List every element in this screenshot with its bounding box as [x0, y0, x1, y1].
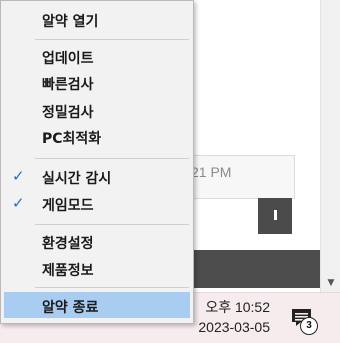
notification-count-badge: 3 [300, 317, 318, 335]
menu-item-settings[interactable]: 환경설정 [4, 230, 190, 252]
menu-item-label: 알약 열기 [42, 14, 99, 30]
menu-item-open[interactable]: 알약 열기 [4, 8, 190, 30]
menu-item-realtime-monitor[interactable]: ✓ 실시간 감시 [4, 165, 190, 187]
menu-item-pc-optimize[interactable]: PC최적화 [4, 125, 190, 147]
dark-panel [258, 198, 292, 234]
menu-item-label: 실시간 감시 [42, 171, 112, 187]
tray-context-menu: 알약 열기 업데이트 빠른검사 정밀검사 PC최적화 ✓ 실시간 감시 ✓ 게임… [0, 0, 194, 324]
action-center-icon[interactable]: 3 [289, 305, 319, 335]
taskbar-clock[interactable]: 오후 10:52 2023-03-05 [190, 293, 280, 343]
scrollbar[interactable]: ▼ [320, 0, 340, 292]
notification-time: 21 PM [191, 164, 232, 180]
menu-item-exit[interactable]: 알약 종료 [4, 292, 190, 318]
menu-item-product-info[interactable]: 제품정보 [4, 257, 190, 279]
menu-item-game-mode[interactable]: ✓ 게임모드 [4, 192, 190, 214]
panel-mark [274, 210, 277, 220]
menu-separator [35, 287, 189, 288]
menu-item-label: PC최적화 [42, 131, 102, 147]
menu-item-label: 정밀검사 [42, 105, 94, 121]
menu-item-quick-scan[interactable]: 빠른검사 [4, 71, 190, 93]
menu-separator [35, 39, 189, 40]
menu-item-label: 업데이트 [42, 51, 94, 67]
menu-separator [35, 158, 189, 159]
checkmark-icon: ✓ [12, 194, 25, 212]
menu-separator [35, 224, 189, 225]
menu-item-label: 제품정보 [42, 263, 94, 279]
menu-item-full-scan[interactable]: 정밀검사 [4, 99, 190, 121]
checkmark-icon: ✓ [12, 167, 25, 185]
clock-time: 오후 10:52 [205, 299, 270, 315]
menu-item-label: 게임모드 [42, 198, 94, 214]
menu-item-label: 알약 종료 [42, 300, 99, 316]
menu-item-label: 환경설정 [42, 236, 94, 252]
scroll-down-icon[interactable]: ▼ [321, 278, 340, 288]
clock-date: 2023-03-05 [198, 319, 270, 335]
menu-item-update[interactable]: 업데이트 [4, 45, 190, 67]
menu-item-label: 빠른검사 [42, 77, 94, 93]
